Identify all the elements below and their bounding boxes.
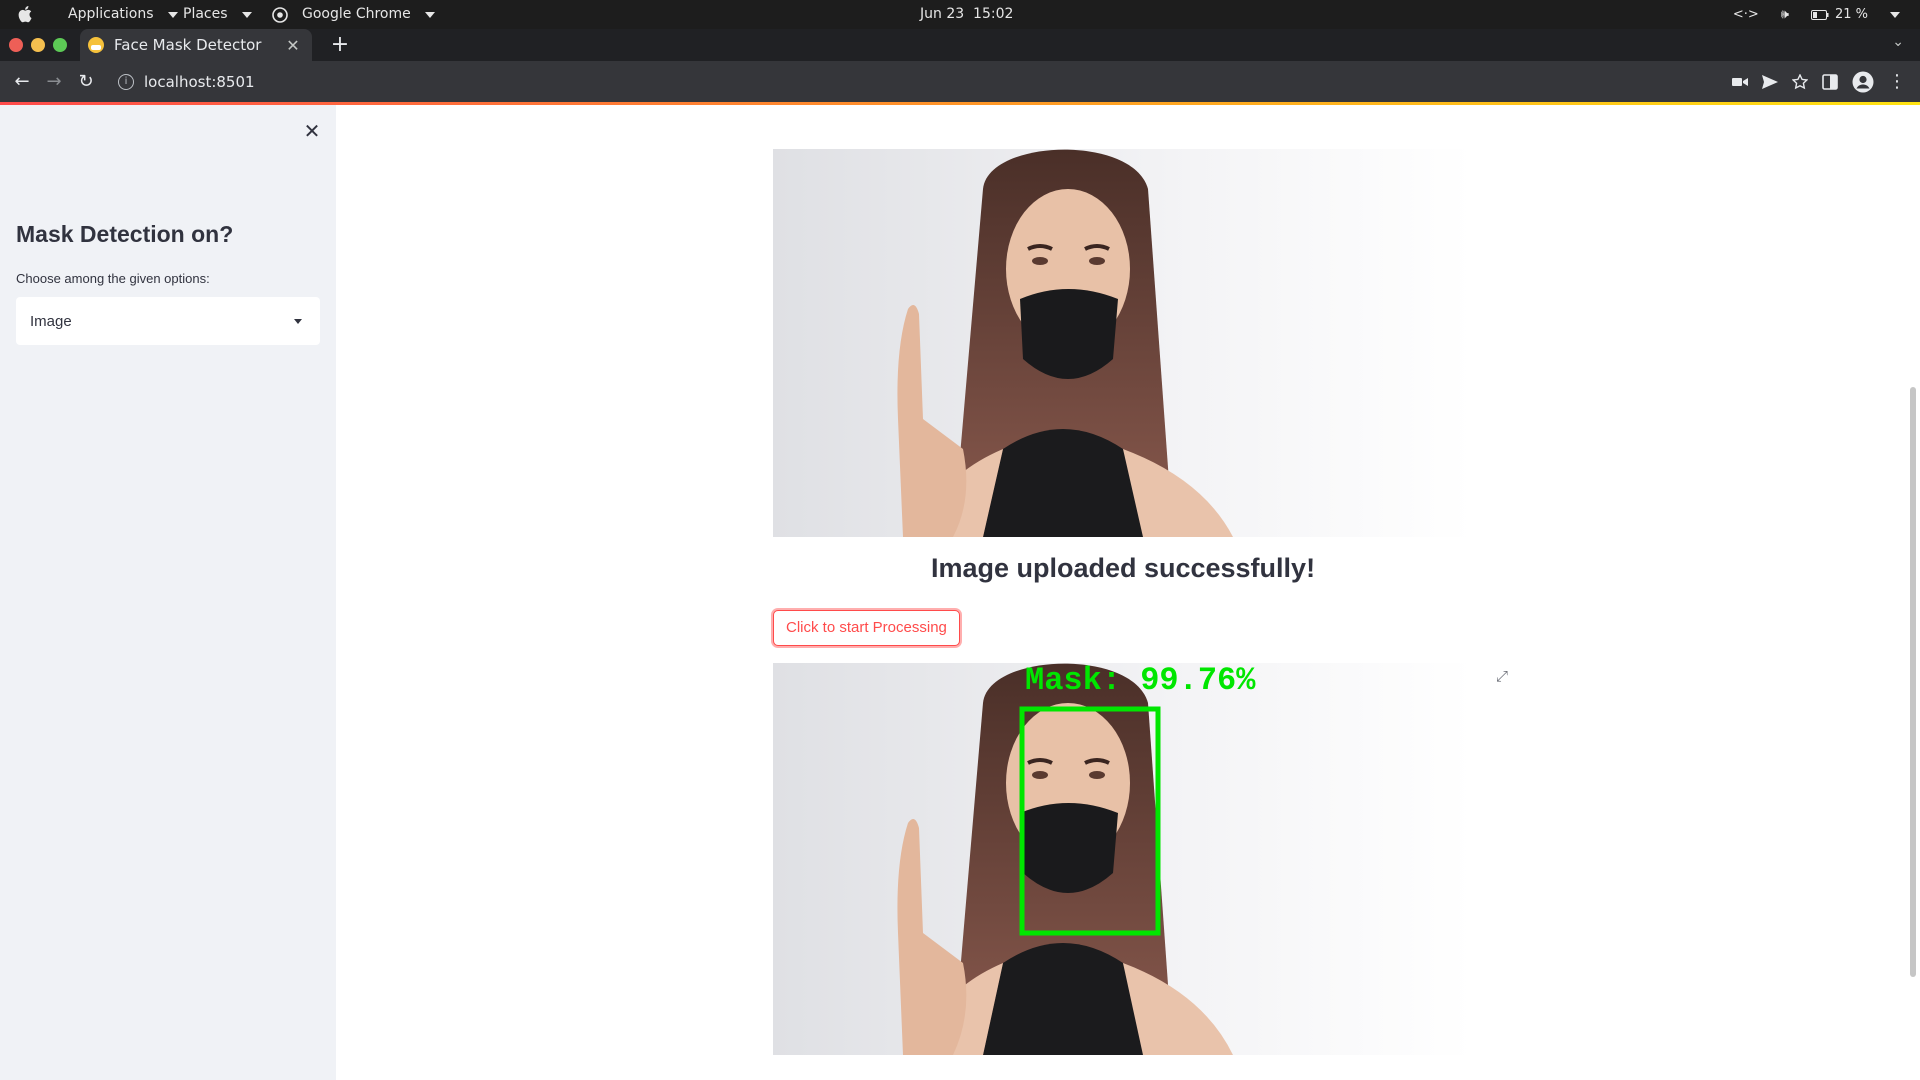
sidebar-title: Mask Detection on? (16, 221, 234, 247)
window-minimize-button[interactable] (31, 38, 45, 52)
select-value: Image (30, 312, 72, 330)
info-icon[interactable]: i (118, 74, 134, 90)
back-icon[interactable]: ← (6, 61, 38, 103)
fullscreen-icon[interactable]: ⤢ (1496, 667, 1514, 685)
sidebar: ✕ Mask Detection on? Choose among the gi… (0, 105, 336, 1080)
star-icon[interactable] (1792, 74, 1808, 90)
browser-toolbar: ← → ↻ i localhost:8501 ⋮ (0, 61, 1920, 103)
tab-face-mask-detector[interactable]: Face Mask Detector ✕ (80, 29, 312, 61)
detection-result-photo: Mask: 99.76% (773, 663, 1473, 1055)
browser-tab-strip: Face Mask Detector ✕ + ⌄ (0, 29, 1920, 61)
send-icon[interactable] (1762, 75, 1778, 89)
clock-text: Jun 23 15:02 (920, 6, 1014, 22)
places-menu-label: Places (183, 6, 228, 22)
scrollbar-thumb[interactable] (1910, 387, 1916, 977)
mode-select[interactable]: Image (16, 297, 320, 345)
close-sidebar-icon[interactable]: ✕ (300, 119, 324, 143)
url-text: localhost:8501 (144, 73, 255, 91)
profile-icon[interactable] (1852, 71, 1874, 93)
app-menu-chrome[interactable]: Google Chrome (272, 0, 435, 29)
applications-menu[interactable]: Applications (68, 0, 178, 29)
chrome-icon (272, 6, 288, 23)
new-tab-button[interactable]: + (326, 31, 354, 59)
select-label: Choose among the given options: (16, 271, 210, 286)
woman-wearing-mask-photo (773, 149, 1473, 537)
chevron-down-icon (424, 11, 435, 18)
kebab-menu-icon[interactable]: ⋮ (1888, 73, 1906, 91)
system-status-area[interactable]: <·> 🕪 21 % (1733, 0, 1920, 29)
tab-search-chevron-icon[interactable]: ⌄ (1892, 34, 1904, 50)
chevron-down-icon (167, 11, 178, 18)
battery-icon (1810, 9, 1829, 20)
system-menu-chevron-icon (1890, 11, 1900, 18)
forward-icon[interactable]: → (38, 61, 70, 103)
battery-status: 21 % (1810, 7, 1868, 22)
uploaded-image (773, 149, 1473, 537)
system-top-bar: Applications Places Google Chrome Jun 23… (0, 0, 1920, 29)
tab-title: Face Mask Detector (114, 36, 262, 54)
close-tab-icon[interactable]: ✕ (284, 36, 302, 55)
volume-icon: 🕪 (1780, 7, 1789, 22)
success-message: Image uploaded successfully! (930, 553, 1316, 583)
detection-label: Mask: 99.76% (1025, 663, 1256, 699)
address-bar[interactable]: i localhost:8501 (110, 65, 1710, 99)
apple-icon[interactable] (18, 5, 34, 23)
reload-icon[interactable]: ↻ (70, 61, 102, 103)
network-icon: <·> (1732, 7, 1759, 22)
window-close-button[interactable] (9, 38, 23, 52)
chevron-down-icon (241, 11, 252, 18)
places-menu[interactable]: Places (183, 0, 252, 29)
main-content: Image uploaded successfully! Click to st… (336, 105, 1920, 1080)
toolbar-actions: ⋮ (1732, 61, 1920, 103)
applications-menu-label: Applications (68, 6, 154, 22)
mask-emoji-favicon-icon (88, 37, 104, 53)
app-menu-label: Google Chrome (302, 6, 411, 22)
clock[interactable]: Jun 23 15:02 (920, 0, 1013, 29)
dropdown-arrow-icon (294, 318, 302, 324)
processed-image: Mask: 99.76% (773, 663, 1473, 1055)
sidebar-toggle-icon[interactable] (1822, 74, 1838, 90)
start-processing-button[interactable]: Click to start Processing (773, 610, 960, 646)
battery-percent: 21 % (1834, 7, 1868, 22)
camera-icon[interactable] (1732, 76, 1748, 88)
window-maximize-button[interactable] (53, 38, 67, 52)
